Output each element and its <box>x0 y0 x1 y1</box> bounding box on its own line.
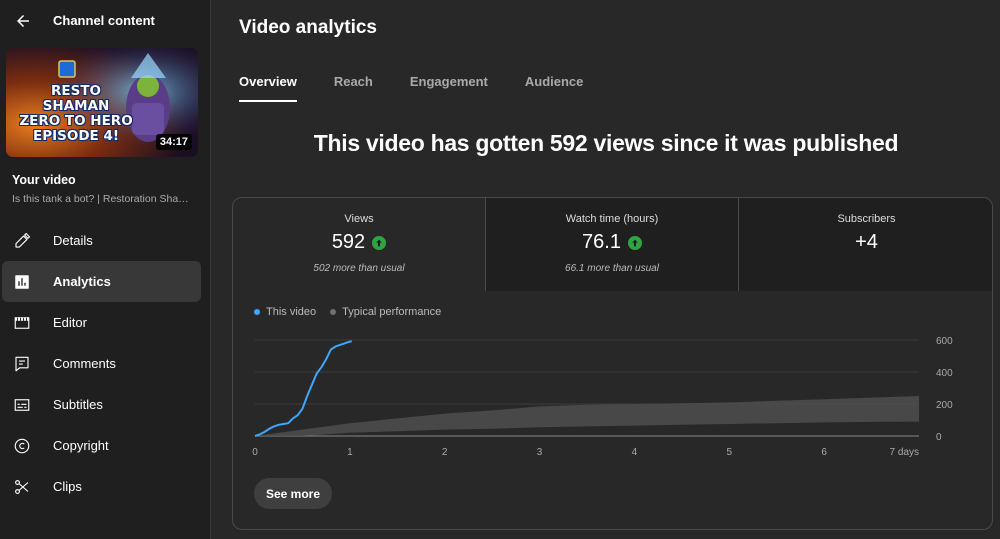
video-title: Is this tank a bot? | Restoration Shaman… <box>12 193 192 205</box>
sidebar-item-label: Clips <box>53 479 82 494</box>
x-tick-label: 2 <box>442 447 448 458</box>
legend-item-typical: Typical performance <box>330 306 441 318</box>
tab-audience[interactable]: Audience <box>525 62 584 102</box>
sidebar-item-clips[interactable]: Clips <box>0 466 211 507</box>
clapperboard-icon <box>11 312 33 334</box>
video-duration: 34:17 <box>155 134 192 150</box>
x-tick-label: 4 <box>632 447 638 458</box>
sidebar: Channel content RESTO SHAMAN ZERO TO HER… <box>0 0 211 539</box>
x-tick-label: 1 <box>347 447 353 458</box>
sidebar-item-editor[interactable]: Editor <box>0 302 211 343</box>
arrow-left-icon <box>17 15 29 27</box>
metric-views[interactable]: Views 592 502 more than usual <box>233 198 486 291</box>
metric-label: Watch time (hours) <box>565 213 659 225</box>
sidebar-header: Channel content <box>0 0 211 42</box>
legend-dot <box>254 309 260 315</box>
main-content: Video analytics Overview Reach Engagemen… <box>212 0 1000 539</box>
sidebar-nav: Details Analytics Editor Comments Subtit… <box>0 220 211 507</box>
chart-legend: This video Typical performance <box>254 306 441 318</box>
this-video-line <box>254 340 352 437</box>
sidebar-item-label: Subtitles <box>53 397 103 412</box>
metric-value-row: 76.1 <box>486 231 738 254</box>
page-title: Video analytics <box>239 17 377 38</box>
thumbnail-line-1: RESTO SHAMAN <box>42 83 110 114</box>
y-tick-label: 600 <box>936 336 953 347</box>
tab-overview[interactable]: Overview <box>239 62 297 102</box>
y-tick-label: 200 <box>936 400 953 411</box>
metric-value-row: 592 <box>233 231 485 254</box>
metric-subscribers[interactable]: Subscribers +4 <box>739 198 992 291</box>
sidebar-item-analytics[interactable]: Analytics <box>2 261 201 302</box>
sidebar-item-subtitles[interactable]: Subtitles <box>0 384 211 425</box>
metric-value: +4 <box>855 231 878 253</box>
arrow-up-icon <box>372 235 387 250</box>
metric-note: 502 more than usual <box>313 263 405 274</box>
tab-engagement[interactable]: Engagement <box>410 62 488 102</box>
x-tick-label: 3 <box>537 447 543 458</box>
metric-value: 592 <box>331 231 366 253</box>
sidebar-item-label: Comments <box>53 356 116 371</box>
views-chart: 0 200 400 600 0 1 2 3 4 5 6 7 days <box>252 336 953 458</box>
thumbnail-text: RESTO SHAMAN ZERO TO HERO EPISODE 4! <box>16 84 136 144</box>
metric-value: 76.1 <box>582 231 621 253</box>
sidebar-item-copyright[interactable]: Copyright <box>0 425 211 466</box>
tab-reach[interactable]: Reach <box>334 62 373 102</box>
sidebar-item-comments[interactable]: Comments <box>0 343 211 384</box>
see-more-button[interactable]: See more <box>254 478 332 509</box>
sidebar-item-label: Analytics <box>53 274 111 289</box>
copyright-icon <box>11 435 33 457</box>
thumbnail-line-2: ZERO TO HERO <box>19 113 133 129</box>
analytics-card: Views 592 502 more than usual Watch time… <box>232 197 993 530</box>
metric-watch-time[interactable]: Watch time (hours) 76.1 66.1 more than u… <box>486 198 739 291</box>
views-headline: This video has gotten 592 views since it… <box>313 130 899 156</box>
y-tick-label: 400 <box>936 368 953 379</box>
comment-icon <box>11 353 33 375</box>
subtitles-icon <box>11 394 33 416</box>
metric-value-row: +4 <box>739 231 992 254</box>
sidebar-item-label: Details <box>53 233 93 248</box>
pencil-icon <box>11 230 33 252</box>
x-tick-label: 6 <box>821 447 827 458</box>
analytics-tabs: Overview Reach Engagement Audience <box>239 62 620 102</box>
video-thumbnail[interactable]: RESTO SHAMAN ZERO TO HERO EPISODE 4! 34:… <box>6 48 198 157</box>
sidebar-item-label: Copyright <box>53 438 109 453</box>
x-tick-label: 5 <box>727 447 733 458</box>
legend-label: This video <box>266 306 317 318</box>
metric-note: 66.1 more than usual <box>565 263 659 274</box>
arrow-up-icon <box>627 235 642 250</box>
legend-label: Typical performance <box>342 306 442 318</box>
typical-performance-band <box>255 396 919 436</box>
sidebar-item-label: Editor <box>53 315 87 330</box>
thumbnail-line-3: EPISODE 4! <box>32 128 120 144</box>
legend-item-this-video: This video <box>254 306 316 318</box>
x-tick-label: 0 <box>252 447 258 458</box>
x-tick-label: 7 days <box>890 447 919 458</box>
analytics-icon <box>11 271 33 293</box>
your-video-label: Your video <box>12 173 76 187</box>
metric-label: Subscribers <box>837 213 896 225</box>
y-tick-label: 0 <box>936 432 942 443</box>
sidebar-title: Channel content <box>53 13 155 28</box>
metric-label: Views <box>344 213 374 225</box>
back-button[interactable] <box>10 8 36 34</box>
legend-dot <box>330 309 337 315</box>
scissors-icon <box>11 476 33 498</box>
sidebar-item-details[interactable]: Details <box>0 220 211 261</box>
metric-tabs: Views 592 502 more than usual Watch time… <box>233 198 992 291</box>
